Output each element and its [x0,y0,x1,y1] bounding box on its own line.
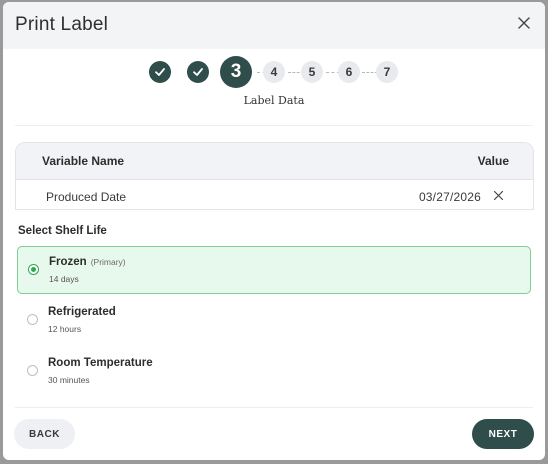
option-duration: 14 days [49,274,79,284]
check-icon [155,68,165,76]
step-7: 7 [376,61,398,83]
option-title: Frozen [49,256,87,268]
option-title: Room Temperature [48,357,153,369]
option-duration: 12 hours [48,324,82,334]
option-title-wrap: Frozen (Primary) [49,256,126,268]
step-1-completed[interactable] [149,61,171,83]
shelf-life-label: Select Shelf Life [18,225,107,237]
column-header-variable-name: Variable Name [42,154,125,168]
next-button[interactable]: NEXT [472,419,534,449]
close-icon [518,17,530,29]
variable-name: Produced Date [46,190,127,204]
dialog-title: Print Label [15,14,109,35]
table-header: Variable Name Value [16,143,533,179]
dialog-header: Print Label [3,2,545,49]
step-4: 4 [263,61,285,83]
shelf-life-option-frozen[interactable]: Frozen (Primary) 14 days [17,246,531,294]
step-2-completed[interactable] [187,61,209,83]
option-duration: 30 minutes [48,375,90,385]
clear-value-button[interactable] [493,190,504,201]
step-5: 5 [301,61,323,83]
step-6: 6 [338,61,360,83]
variables-table: Variable Name Value Produced Date 03/27/… [15,142,534,210]
back-button[interactable]: BACK [14,419,75,449]
radio-unselected[interactable] [27,314,38,325]
column-header-value: Value [477,154,509,168]
divider [15,407,533,408]
primary-tag: (Primary) [90,257,126,267]
radio-selected[interactable] [28,264,39,275]
step-caption: Label Data [243,94,305,107]
shelf-life-option-room-temperature[interactable]: Room Temperature 30 minutes [17,348,531,396]
close-icon [493,190,504,201]
check-icon [193,68,203,76]
stepper: 3 4 5 6 7 [3,54,545,94]
radio-unselected[interactable] [27,365,38,376]
shelf-life-option-refrigerated[interactable]: Refrigerated 12 hours [17,297,531,345]
step-3-current: 3 [220,56,252,88]
divider [15,125,533,126]
option-title: Refrigerated [48,306,116,318]
print-label-dialog: Print Label 3 4 5 6 7 Label Data Variabl… [3,2,545,460]
produced-date-value[interactable]: 03/27/2026 [419,190,481,204]
table-row: Produced Date 03/27/2026 [16,179,533,209]
close-button[interactable] [515,14,533,32]
